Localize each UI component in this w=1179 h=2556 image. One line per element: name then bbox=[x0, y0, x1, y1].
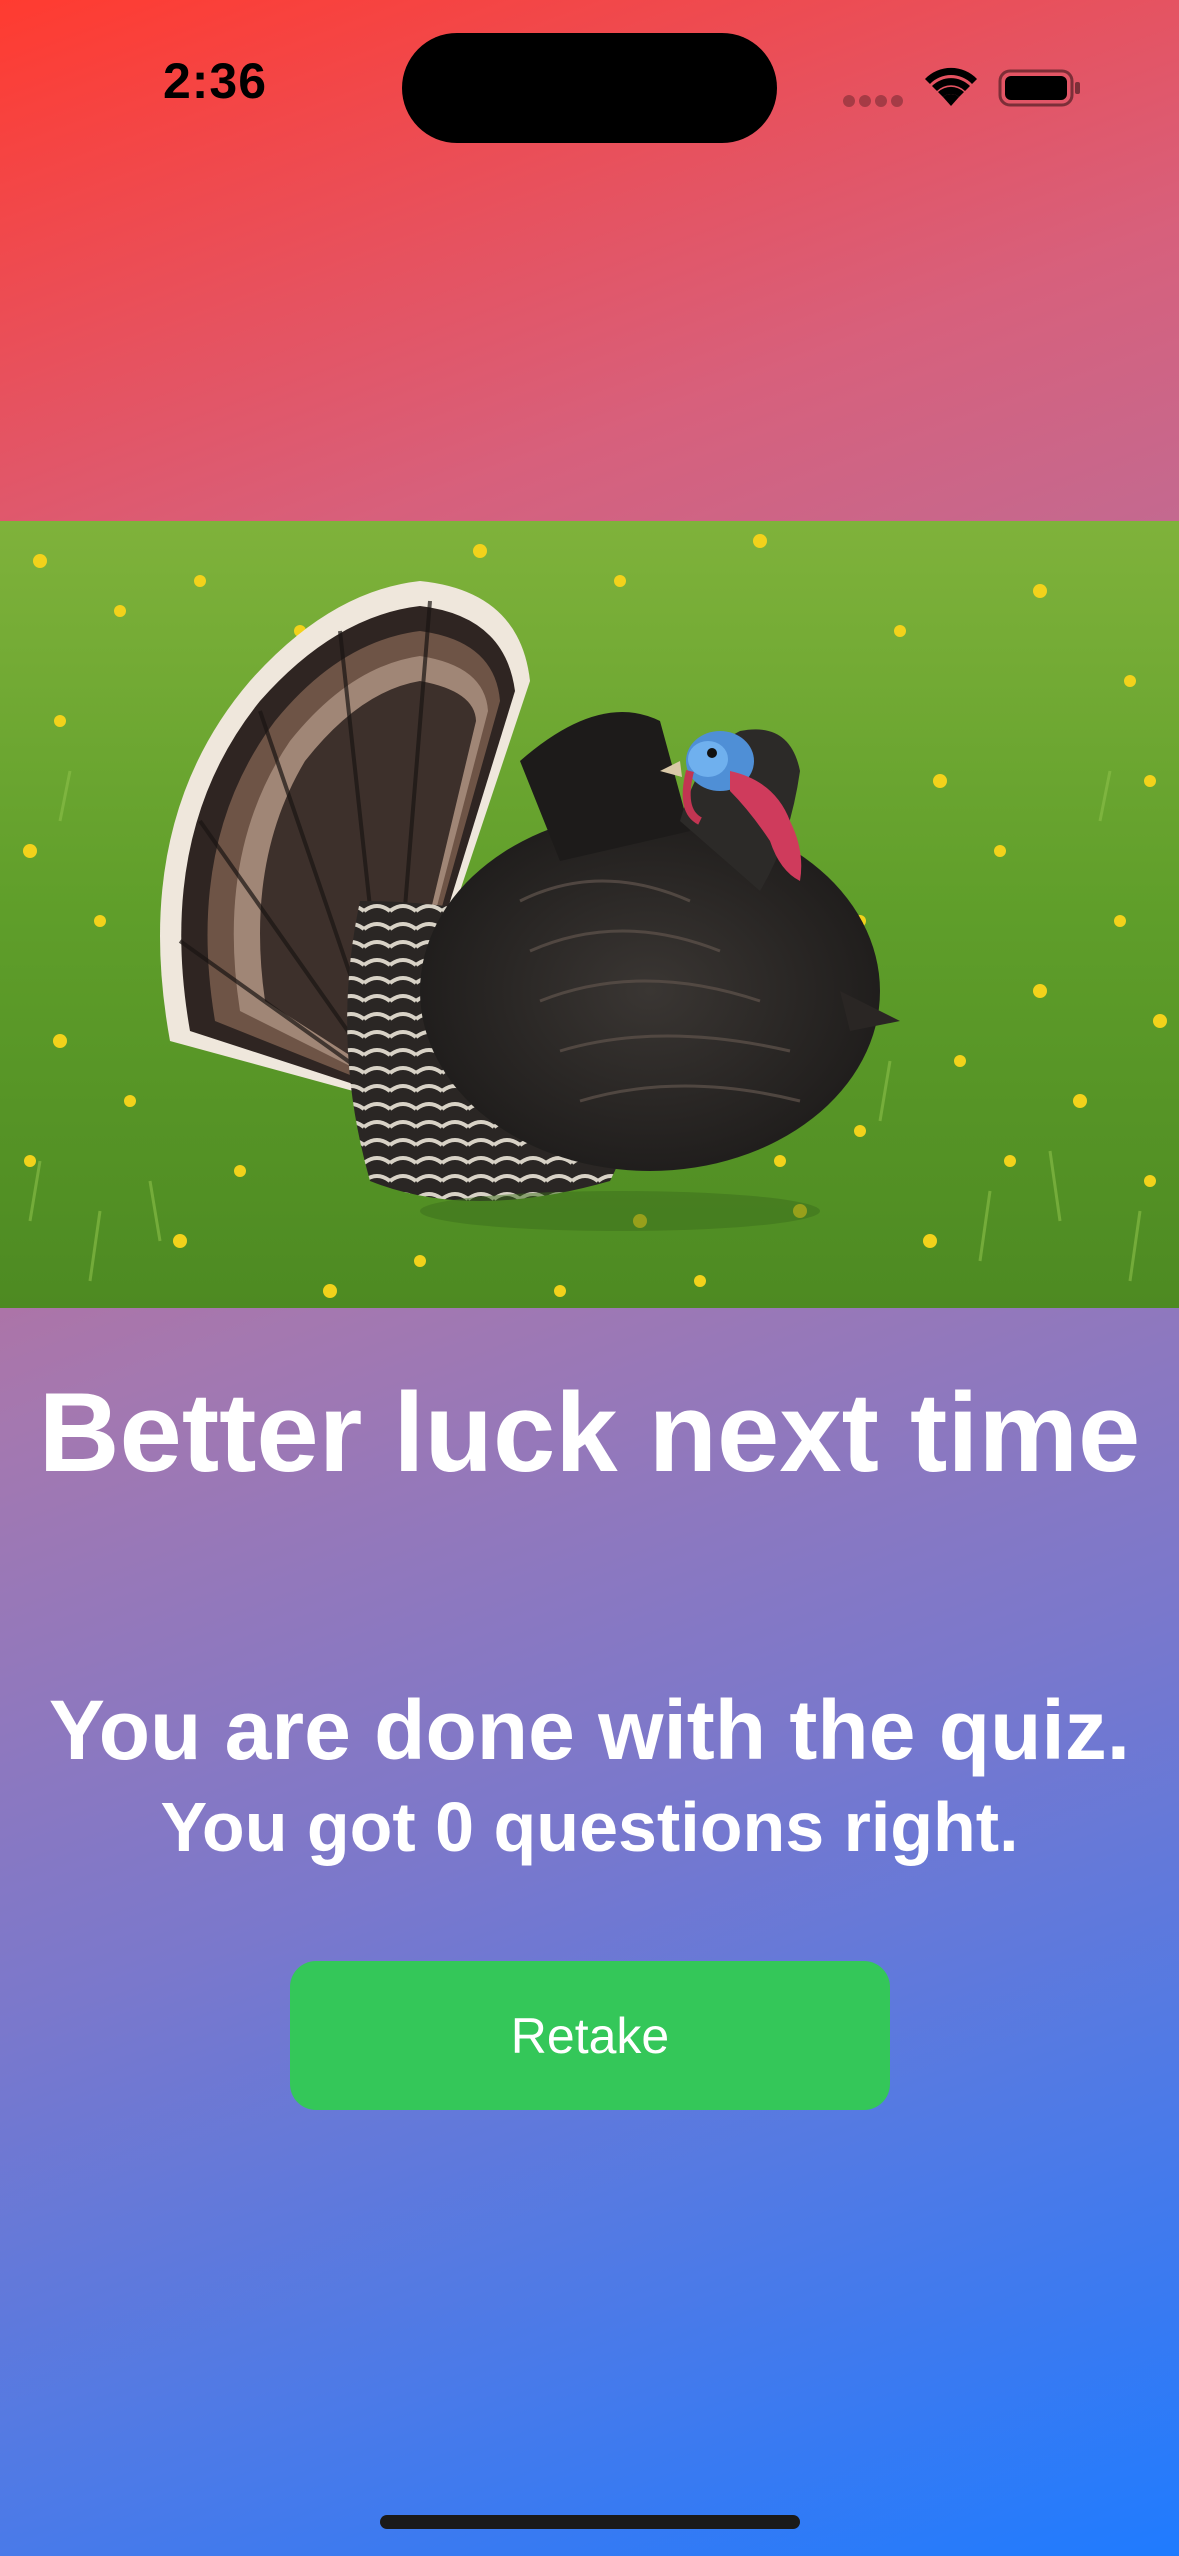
wifi-icon bbox=[922, 66, 980, 108]
home-indicator[interactable] bbox=[380, 2515, 800, 2529]
battery-icon bbox=[998, 68, 1082, 108]
done-message: You are done with the quiz. bbox=[48, 1683, 1131, 1777]
status-bar: 2:36 bbox=[0, 0, 1179, 175]
retake-button[interactable]: Retake bbox=[290, 1961, 890, 2110]
result-title: Better luck next time bbox=[38, 1370, 1141, 1495]
dynamic-island bbox=[402, 33, 777, 143]
retake-button-label: Retake bbox=[510, 2007, 670, 2064]
score-message: You got 0 questions right. bbox=[160, 1788, 1019, 1866]
status-time: 2:36 bbox=[162, 53, 268, 109]
quiz-result-screen: 2:36 Better luck next time You are done … bbox=[0, 0, 1179, 2556]
signal-icon bbox=[843, 95, 905, 107]
turkey-image bbox=[0, 521, 1179, 1308]
